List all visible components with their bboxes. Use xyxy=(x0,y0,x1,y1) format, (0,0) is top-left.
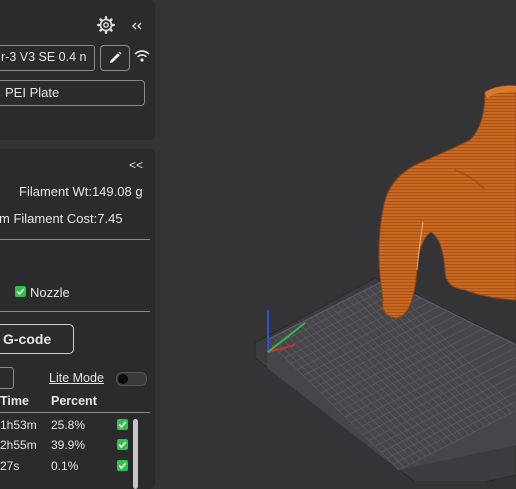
printer-select[interactable]: r-3 V3 SE 0.4 n xyxy=(0,45,95,71)
gear-icon[interactable] xyxy=(97,16,115,34)
row-time: 1h53m xyxy=(0,418,37,432)
printer-panel: r-3 V3 SE 0.4 n PEI Plate xyxy=(0,0,155,140)
plate-type-select[interactable]: PEI Plate xyxy=(0,80,145,106)
table-divider xyxy=(0,412,150,413)
collapse-button[interactable]: << xyxy=(129,158,143,172)
lite-mode-label[interactable]: Lite Mode xyxy=(49,371,104,385)
row-visible-checkbox[interactable] xyxy=(117,419,128,430)
divider xyxy=(0,239,150,240)
wifi-icon[interactable] xyxy=(133,48,151,64)
plate-type-label: PEI Plate xyxy=(5,85,60,100)
toggle-knob xyxy=(118,374,128,384)
table-scrollbar[interactable] xyxy=(133,419,138,489)
export-gcode-button[interactable]: G-code xyxy=(0,324,74,354)
row-percent: 0.1% xyxy=(51,459,79,473)
filament-weight: Filament Wt:149.08 g xyxy=(19,184,143,199)
model-object xyxy=(378,85,516,319)
divider xyxy=(0,311,150,312)
printer-name: r-3 V3 SE 0.4 n xyxy=(1,50,87,64)
row-time: 2h55m xyxy=(0,438,37,452)
row-visible-checkbox[interactable] xyxy=(117,460,128,471)
export-gcode-label: G-code xyxy=(3,331,52,347)
lite-mode-toggle[interactable] xyxy=(116,372,147,386)
nozzle-checkbox[interactable] xyxy=(15,286,26,297)
row-percent: 25.8% xyxy=(51,418,86,432)
3d-viewport[interactable] xyxy=(155,0,516,482)
nozzle-label: Nozzle xyxy=(30,285,70,300)
col-header-percent: Percent xyxy=(51,394,97,408)
filament-cost: m Filament Cost:7.45 xyxy=(0,211,123,226)
slice-info-panel: << Filament Wt:149.08 g m Filament Cost:… xyxy=(0,149,155,489)
row-percent: 39.9% xyxy=(51,438,86,452)
row-visible-checkbox[interactable] xyxy=(117,439,128,450)
col-header-time: Time xyxy=(0,394,29,408)
row-time: 27s xyxy=(0,459,20,473)
view-type-select[interactable] xyxy=(0,367,14,389)
pencil-icon xyxy=(107,50,123,66)
edit-printer-button[interactable] xyxy=(100,45,130,71)
chevron-double-left-icon[interactable] xyxy=(131,19,143,31)
